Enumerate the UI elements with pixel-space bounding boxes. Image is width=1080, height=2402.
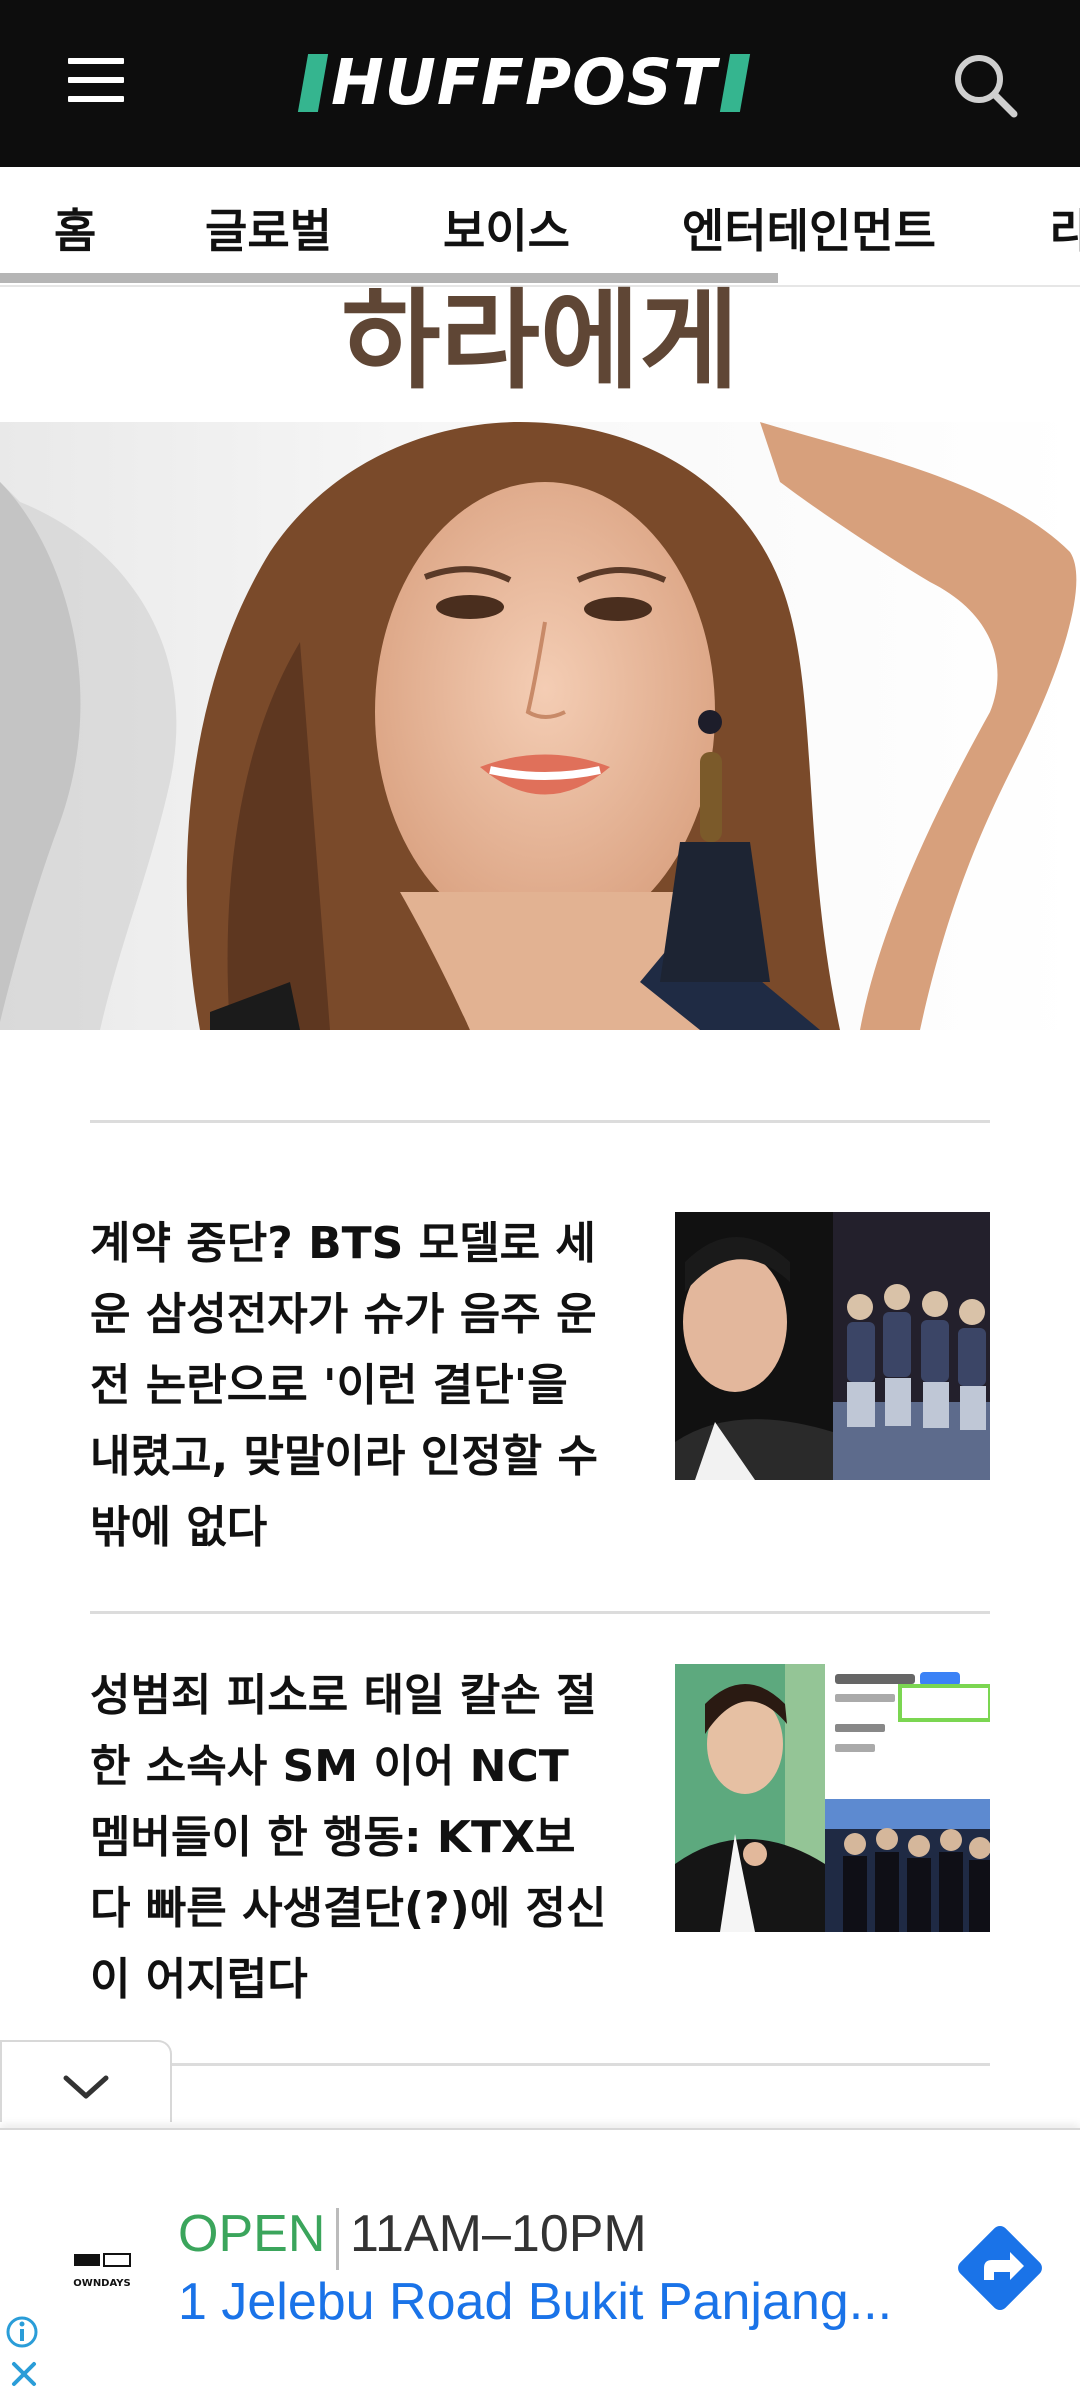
close-icon[interactable] (6, 2356, 42, 2392)
article-headline-fragment[interactable]: 하라에게 (0, 282, 1080, 402)
divider (90, 1120, 990, 1123)
directions-icon[interactable] (952, 2220, 1048, 2316)
open-status: OPEN (178, 2205, 326, 2263)
huffpost-logo[interactable]: HUFFPOST (297, 46, 751, 119)
article-title[interactable]: 성범죄 피소로 태일 칼손 절한 소속사 SM 이어 NCT 멤버들이 한 행동… (90, 1660, 610, 2015)
opening-hours: 11AM–10PM (350, 2205, 647, 2263)
article-thumbnail[interactable] (675, 1664, 990, 1932)
tab-entertainment[interactable]: 엔터테인먼트 (682, 195, 936, 261)
hero-image[interactable] (0, 422, 1080, 1030)
tab-partial[interactable]: 라 (1050, 195, 1080, 261)
chevron-down-icon (63, 2075, 109, 2099)
separator (336, 2208, 339, 2270)
hamburger-menu-icon[interactable] (68, 58, 124, 106)
article-card[interactable]: 성범죄 피소로 태일 칼손 절한 소속사 SM 이어 NCT 멤버들이 한 행동… (90, 1660, 990, 2005)
divider (90, 1611, 990, 1614)
tab-home[interactable]: 홈 (54, 195, 96, 261)
ad-collapse-button[interactable] (0, 2040, 172, 2122)
ad-banner[interactable]: OWNDAYS OPEN 11AM–10PM 1 Jelebu Road Buk… (0, 2128, 1080, 2402)
owndays-logo: OWNDAYS (70, 2250, 134, 2304)
article-thumbnail[interactable] (675, 1212, 990, 1480)
search-icon[interactable] (950, 50, 1020, 120)
info-icon[interactable] (4, 2314, 40, 2350)
article-title[interactable]: 계약 중단? BTS 모델로 세운 삼성전자가 슈가 음주 운전 논란으로 '이… (90, 1208, 610, 1563)
tab-voices[interactable]: 보이스 (443, 195, 570, 261)
store-address[interactable]: 1 Jelebu Road Bukit Panjang... (178, 2272, 892, 2332)
logo-text: HUFFPOST (331, 46, 718, 119)
divider (90, 2063, 990, 2066)
article-card[interactable]: 계약 중단? BTS 모델로 세운 삼성전자가 슈가 음주 운전 논란으로 '이… (90, 1208, 990, 1553)
svg-text:OWNDAYS: OWNDAYS (73, 2278, 130, 2289)
tab-global[interactable]: 글로벌 (205, 195, 332, 261)
app-header: HUFFPOST (0, 0, 1080, 167)
section-tabs: 홈 글로벌 보이스 엔터테인먼트 라 (0, 167, 1080, 287)
